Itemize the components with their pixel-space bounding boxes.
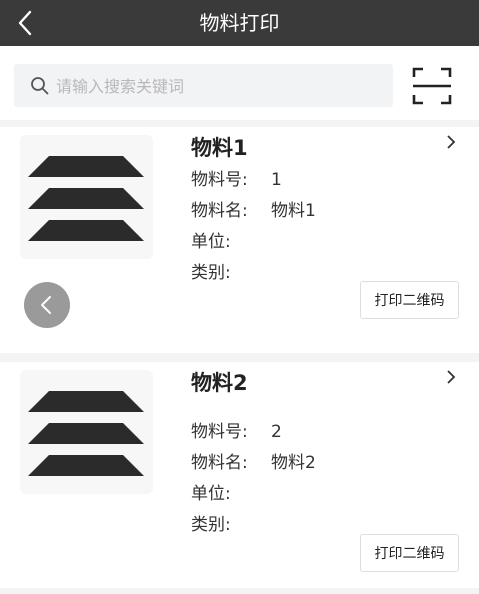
material-card[interactable]: 物料1 物料号: 1 物料名: 物料1 单位: 类别: 打印二维码 [0, 127, 479, 353]
material-name-value: 物料1 [271, 201, 316, 221]
material-number-row: 物料号: 2 [191, 417, 282, 442]
top-bar: 物料打印 [0, 0, 479, 46]
material-number-value: 1 [271, 170, 282, 190]
material-category-row: 类别: [191, 258, 271, 283]
search-bar [0, 46, 479, 120]
layers-icon [28, 391, 144, 476]
search-icon [31, 77, 49, 95]
page-title: 物料打印 [199, 11, 280, 35]
print-qrcode-button[interactable]: 打印二维码 [360, 534, 459, 572]
scan-button[interactable] [412, 66, 452, 106]
material-number-label: 物料号: [191, 170, 248, 190]
material-card[interactable]: 物料2 物料号: 2 物料名: 物料2 单位: 类别: 打印二维码 [0, 362, 479, 588]
chevron-right-icon[interactable] [444, 368, 458, 386]
material-name-label: 物料名: [191, 201, 248, 221]
material-number-label: 物料号: [191, 422, 248, 442]
scan-icon [412, 67, 452, 105]
material-name-value: 物料2 [271, 453, 316, 473]
material-category-label: 类别: [191, 263, 231, 283]
material-number-row: 物料号: 1 [191, 165, 282, 190]
material-number-value: 2 [271, 422, 282, 442]
material-unit-label: 单位: [191, 232, 231, 252]
floating-back-button[interactable] [24, 282, 70, 328]
material-name-label: 物料名: [191, 453, 248, 473]
layers-icon [28, 156, 144, 241]
material-category-row: 类别: [191, 510, 271, 535]
material-title: 物料2 [191, 371, 248, 395]
material-name-row: 物料名: 物料1 [191, 196, 316, 221]
material-thumbnail [20, 370, 153, 494]
material-unit-row: 单位: [191, 227, 271, 252]
material-thumbnail [20, 135, 153, 259]
material-title: 物料1 [191, 136, 248, 160]
search-box[interactable] [14, 64, 393, 109]
material-unit-label: 单位: [191, 484, 231, 504]
chevron-right-icon[interactable] [444, 133, 458, 151]
print-qrcode-button[interactable]: 打印二维码 [360, 281, 459, 319]
material-unit-row: 单位: [191, 479, 271, 504]
material-category-label: 类别: [191, 515, 231, 535]
material-name-row: 物料名: 物料2 [191, 448, 316, 473]
search-input[interactable] [54, 64, 388, 109]
chevron-left-icon [41, 296, 51, 314]
